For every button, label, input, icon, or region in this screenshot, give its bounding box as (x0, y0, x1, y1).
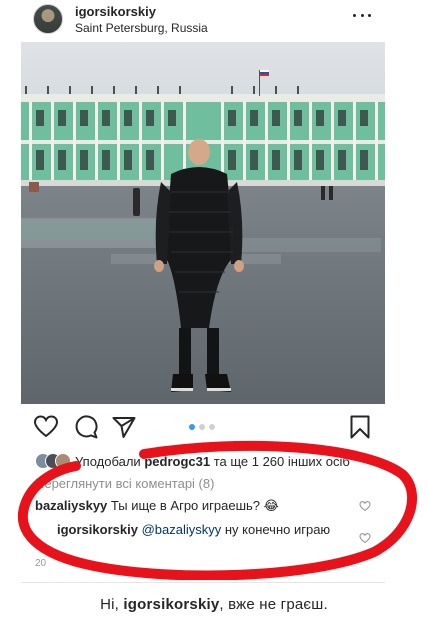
likes-prefix: Уподобали (75, 453, 141, 469)
instagram-post: igorsikorskiy Saint Petersburg, Russia У… (21, 0, 385, 585)
likes-text: Уподобали pedrogc31 та ще 1 260 інших ос… (75, 454, 350, 469)
more-icon[interactable] (353, 10, 371, 20)
carousel-dot (209, 424, 215, 430)
comment-username[interactable]: bazaliyskyy (35, 498, 107, 513)
comment-like-heart-icon[interactable] (359, 532, 371, 544)
view-all-comments-link[interactable]: Переглянути всі коментарі (8) (35, 476, 214, 491)
post-location[interactable]: Saint Petersburg, Russia (75, 21, 208, 35)
avatar (55, 453, 71, 469)
share-icon[interactable] (111, 414, 137, 440)
reply-comment: igorsikorskiy @bazaliyskyy ну конечно иг… (57, 521, 333, 538)
caption-note-after: , вже не граєш. (219, 596, 328, 613)
bookmark-icon[interactable] (347, 414, 373, 440)
photo-illustration (21, 42, 385, 404)
caption-note: Ні, igorsikorskiy, вже не граєш. (0, 596, 428, 613)
likes-user[interactable]: pedrogc31 (144, 454, 210, 469)
comment-username[interactable]: igorsikorskiy (57, 522, 138, 537)
likes-suffix: та ще 1 260 інших осіб (210, 453, 350, 469)
caption-note-name: igorsikorskiy (123, 596, 220, 613)
post-username[interactable]: igorsikorskiy (75, 4, 156, 19)
liker-avatars (35, 453, 71, 469)
divider (21, 582, 385, 583)
caption-note-before: Ні, (100, 596, 124, 613)
post-header: igorsikorskiy Saint Petersburg, Russia (21, 0, 385, 42)
post-photo[interactable] (21, 42, 385, 404)
post-timestamp: 20 (35, 558, 47, 569)
carousel-dot (199, 424, 205, 430)
comment-mention[interactable]: @bazaliyskyy (142, 522, 222, 537)
comment-icon[interactable] (73, 414, 99, 440)
comment-text: Ты ище в Агро играешь? 😂 (110, 498, 279, 513)
post-actions (21, 404, 385, 450)
avatar[interactable] (33, 4, 63, 34)
heart-icon[interactable] (33, 414, 59, 440)
carousel-dots (189, 424, 215, 430)
carousel-dot-active (189, 424, 195, 430)
likes-row[interactable]: Уподобали pedrogc31 та ще 1 260 інших ос… (35, 452, 350, 470)
comment-text: ну конечно играю (221, 522, 331, 537)
comment: bazaliyskyy Ты ище в Агро играешь? 😂 (35, 497, 355, 514)
comment-like-heart-icon[interactable] (359, 500, 371, 512)
